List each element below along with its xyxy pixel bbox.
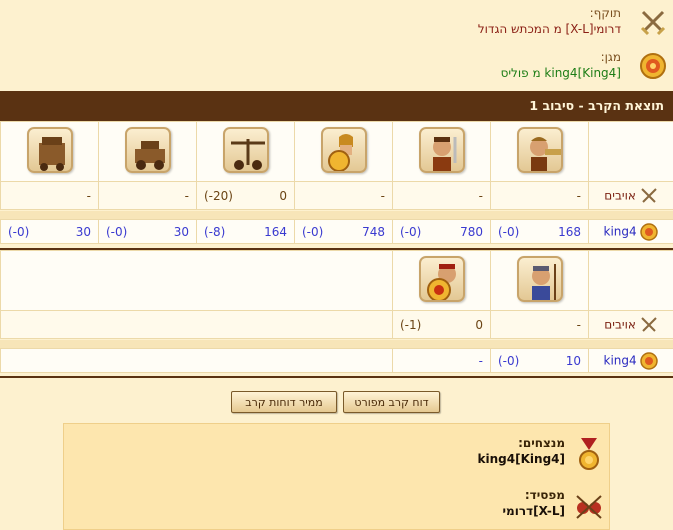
enemy-count: - [380,188,385,203]
defender-count: (-0) 780 [400,224,483,239]
defender-count: - [478,353,483,368]
loser-label: מפסיד: [524,488,565,502]
winners-value: [king4[King4 [477,452,565,466]
unit-catapult-icon [124,127,171,173]
unit-spearman-icon [516,256,563,302]
shield-icon [640,222,659,241]
attacker-name-link[interactable]: דרומי[X-L] מ המכתש הגדול [478,22,621,36]
defender-label: מגן: [600,50,621,64]
battle-result-box: מנצחים: [king4[King4 מפסיד: [X-L]דרומי [63,423,610,530]
row-spacer [0,211,673,219]
battle-table-round1: - - (-20) 0 - - - אויבים [0,121,673,210]
battle-result-title: תוצאת הקרב - סיבוב 1 [0,91,673,121]
defender-count: (-0) 10 [498,353,581,368]
defender-count: (-0) 168 [498,224,581,239]
unit-shield-slinger-icon [418,256,465,302]
unit-bronze-horn-icon [516,127,563,173]
crossed-swords-icon [640,316,657,332]
defender-count: (-0) 30 [8,224,91,239]
shield-icon [640,351,659,370]
enemy-count: - [184,188,189,203]
winners-label: מנצחים: [518,436,565,450]
defender-player-link[interactable]: king4 [604,353,637,367]
defender-row-round2: - (-0) 10 king4 [0,348,673,373]
enemy-count: - [86,188,91,203]
detailed-report-button[interactable]: דוח קרב מפורט [343,391,440,413]
row-spacer [0,340,673,348]
crossed-swords-icon [640,10,666,36]
defender-row-round1: (-0) 30 (-0) 30 (-8) 164 (-0) 748 (-0) 780 (-… [0,219,673,244]
round-separator [0,376,673,378]
winners-section: מנצחים: [king4[King4 [62,430,609,480]
shield-icon [640,53,666,79]
enemies-label: אויבים [604,188,636,202]
enemy-count: (-1) 0 [400,317,483,332]
enemy-count: - [478,188,483,203]
medal-icon [579,438,599,470]
defender-count: (-0) 30 [106,224,189,239]
defender-name-link[interactable]: king4[King4] מ פוליס [501,66,621,80]
unit-swordsman-icon [418,127,465,173]
unit-siege-tower-icon [26,127,73,173]
enemies-label: אויבים [604,317,636,331]
enemy-count: (-20) 0 [204,188,287,203]
enemy-count: - [576,188,581,203]
loser-section: מפסיד: [X-L]דרומי [62,482,609,530]
loser-value: [X-L]דרומי [502,504,566,518]
defender-count: (-8) 164 [204,224,287,239]
convert-reports-button[interactable]: ממיר דוחות קרב [231,391,337,413]
attacker-label: תוקף: [589,6,621,20]
battle-table-round2: (-1) 0 - אויבים [0,250,673,339]
defender-player-link[interactable]: king4 [604,224,637,238]
fallen-army-icon [576,495,602,519]
unit-hoplite-icon [320,127,367,173]
defender-count: (-0) 748 [302,224,385,239]
defender-info: מגן: king4[King4] מ פוליס [0,46,673,86]
enemy-count: - [576,317,581,332]
unit-ballista-icon [222,127,269,173]
crossed-swords-icon [640,187,657,203]
attacker-info: תוקף: דרומי[X-L] מ המכתש הגדול [0,2,673,42]
